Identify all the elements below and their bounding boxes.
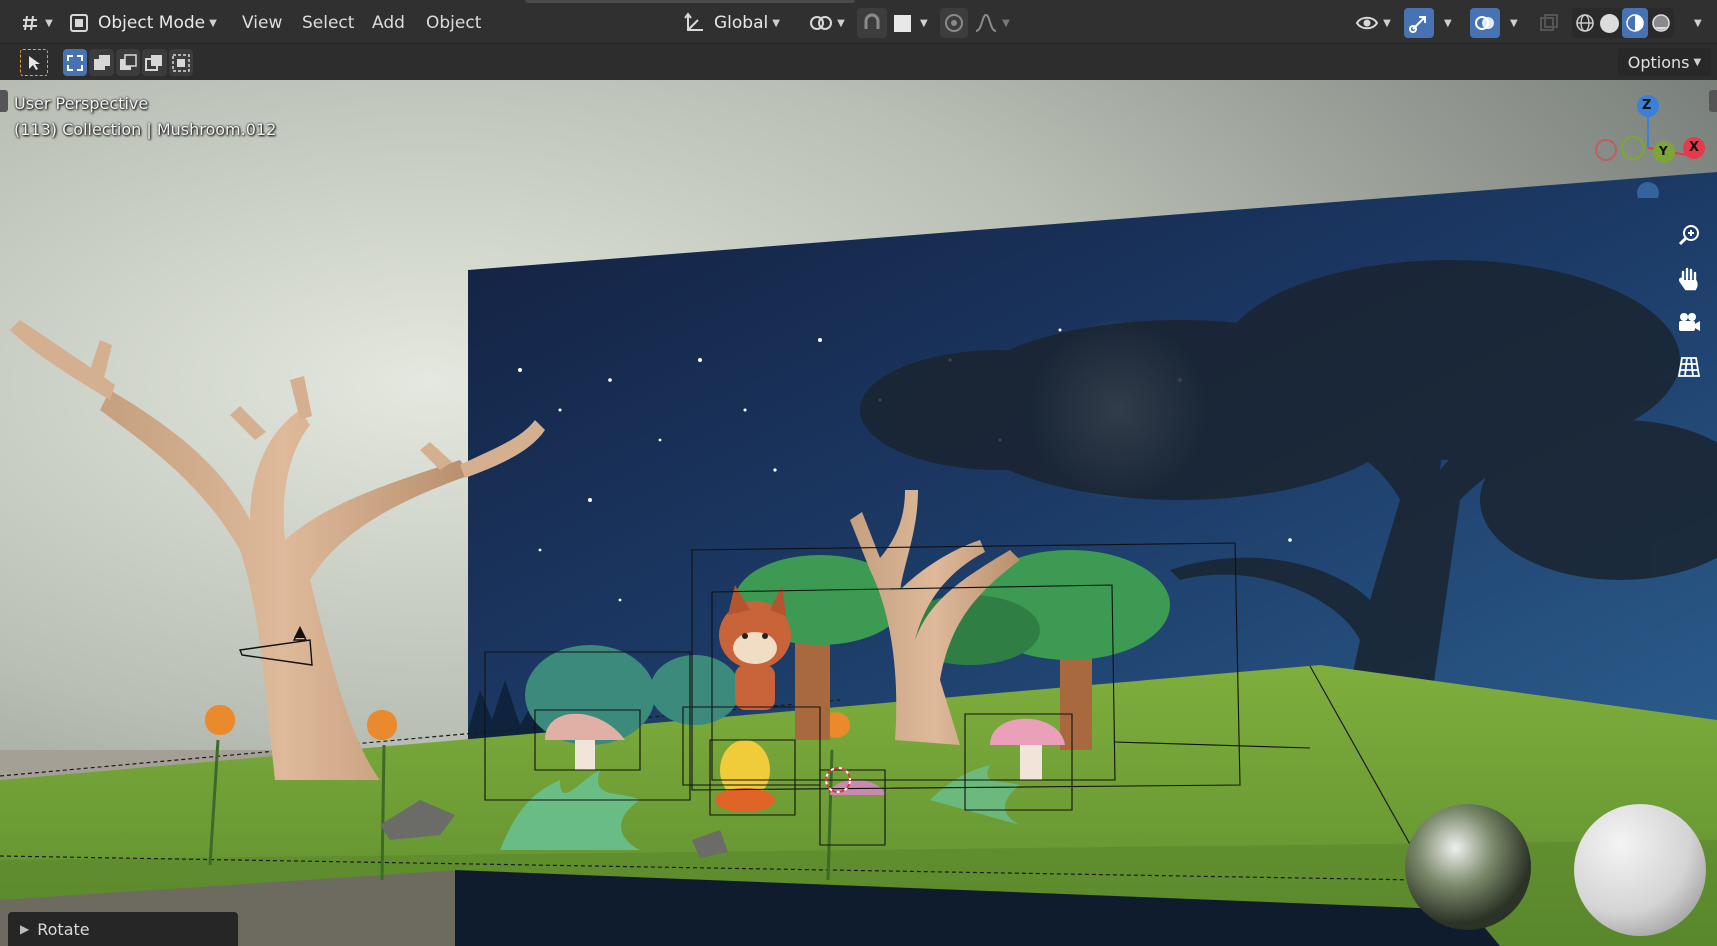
mode-label: Object Mode [98, 13, 206, 33]
select-box-new-button[interactable] [63, 49, 88, 76]
pan-button[interactable] [1670, 260, 1708, 298]
chevron-down-icon: ▼ [45, 17, 53, 29]
chevron-down-icon[interactable]: ▼ [1694, 8, 1702, 38]
top-drag-handle[interactable] [525, 0, 855, 3]
overlay-icon [1475, 16, 1494, 30]
chevron-right-icon: ▶ [20, 922, 30, 936]
menu-view[interactable]: View [242, 8, 282, 38]
menu-object[interactable]: Object [426, 8, 481, 38]
tool-settings-bar [0, 44, 1717, 80]
tool-cursor-select-button[interactable] [20, 49, 48, 76]
camera-view-button[interactable] [1670, 304, 1708, 342]
zoom-icon [1678, 225, 1699, 246]
camera-icon [1679, 313, 1700, 331]
select-mode-group [63, 49, 194, 76]
rendered-icon [1651, 14, 1670, 32]
select-subtract-icon [120, 53, 137, 70]
chevron-down-icon[interactable]: ▼ [1444, 8, 1452, 38]
hand-pan-icon [1678, 267, 1698, 291]
orientation-axes-icon [684, 12, 703, 31]
collection-info-label: (113) Collection | Mushroom.012 [14, 120, 277, 139]
select-intersect-icon [172, 53, 190, 72]
orientation-label: Global [714, 13, 769, 33]
zoom-button[interactable] [1670, 216, 1708, 254]
select-invert-button[interactable] [142, 49, 167, 76]
falloff-curve-icon [975, 13, 997, 32]
shading-solid-button[interactable] [1597, 8, 1622, 38]
select-invert-icon [145, 54, 163, 71]
select-extend-button[interactable] [89, 49, 114, 76]
shading-rendered-button[interactable] [1648, 8, 1673, 38]
eye-icon [1355, 16, 1379, 30]
proportional-falloff-button[interactable]: ▼ [972, 8, 1012, 38]
square-icon [893, 14, 911, 32]
last-operator-panel[interactable]: ▶ Rotate [8, 912, 238, 946]
shading-mode-group [1572, 8, 1674, 38]
transform-orientation-select[interactable]: Global ▼ [684, 8, 796, 38]
view-name-label: User Perspective [14, 94, 149, 113]
grid-view3d-icon [23, 15, 38, 31]
3d-viewport[interactable]: User Perspective (113) Collection | Mush… [0, 80, 1717, 946]
cursor-select-icon [29, 55, 40, 70]
ortho-grid-icon [1677, 357, 1701, 377]
chevron-down-icon: ▼ [920, 17, 928, 29]
snap-target-button[interactable] [889, 8, 915, 38]
shading-material-button[interactable] [1622, 8, 1648, 38]
shading-wireframe-button[interactable] [1572, 8, 1597, 38]
pivot-point-button[interactable]: ▼ [806, 8, 848, 38]
chevron-down-icon[interactable]: ▼ [1510, 8, 1518, 38]
chevron-down-icon: ▼ [772, 17, 780, 29]
magnet-icon [864, 13, 880, 29]
mode-select[interactable]: Object Mode ▼ [68, 8, 224, 38]
object-mode-icon [70, 14, 88, 32]
chevron-down-icon: ▼ [209, 17, 217, 29]
menu-add[interactable]: Add [372, 8, 405, 38]
gizmo-toggle[interactable] [1404, 8, 1434, 38]
options-label: Options [1627, 52, 1690, 72]
proportional-edit-icon [945, 14, 963, 32]
chevron-down-icon: ▼ [1383, 17, 1391, 29]
xray-icon [1540, 14, 1558, 31]
navigation-gizmo[interactable]: Z Y X [1580, 88, 1710, 204]
last-operator-label: Rotate [37, 919, 90, 939]
solid-icon [1600, 13, 1619, 33]
editor-type-button[interactable]: ▼ [16, 8, 56, 38]
viewport-header: ▼ Object Mode ▼ View Select Add Object G… [0, 0, 1717, 44]
chevron-down-icon: ▼ [1693, 56, 1702, 68]
sidebar-tab[interactable] [1709, 90, 1717, 112]
gizmo-icon [1409, 16, 1426, 33]
axis-x-label: X [1689, 140, 1700, 155]
material-preview-icon [1626, 14, 1644, 32]
axis-z-label: Z [1642, 98, 1652, 113]
options-button[interactable]: Options ▼ [1618, 48, 1711, 76]
ortho-toggle-button[interactable] [1670, 348, 1708, 386]
xray-toggle[interactable] [1535, 8, 1563, 38]
chevron-down-icon: ▼ [1002, 17, 1010, 29]
overlay-toggle[interactable] [1470, 8, 1500, 38]
select-intersect-button[interactable] [168, 49, 194, 76]
select-box-new-icon [67, 54, 84, 71]
chevron-down-icon: ▼ [837, 17, 845, 29]
select-subtract-button[interactable] [115, 49, 141, 76]
axis-y-label: Y [1659, 144, 1668, 158]
wireframe-icon [1575, 14, 1594, 32]
proportional-edit-toggle[interactable] [940, 8, 968, 38]
visibility-button[interactable]: ▼ [1352, 8, 1394, 38]
snap-link-icon [810, 16, 833, 30]
scene-render [0, 80, 1717, 946]
menu-select[interactable]: Select [302, 8, 354, 38]
toolbar-tab[interactable] [0, 90, 8, 112]
snap-toggle[interactable] [857, 8, 887, 38]
select-extend-icon [93, 54, 110, 70]
